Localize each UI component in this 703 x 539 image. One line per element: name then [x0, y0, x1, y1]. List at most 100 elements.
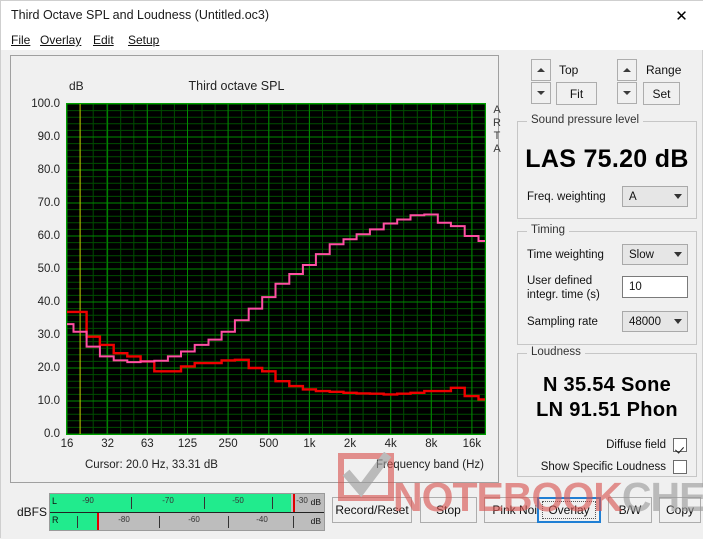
sound-pressure-level-group: Sound pressure level LAS 75.20 dB Freq. … — [517, 114, 697, 219]
diffuse-field-label: Diffuse field — [606, 439, 666, 451]
show-specific-loudness-checkbox[interactable] — [673, 460, 687, 474]
set-button[interactable]: Set — [643, 82, 680, 105]
time-weighting-select[interactable]: Slow — [622, 244, 688, 265]
integration-time-label-line1: User defined — [527, 275, 593, 287]
spl-group-label: Sound pressure level — [527, 114, 644, 126]
x-axis-tick-2k: 2k — [343, 438, 357, 450]
top-spinner-down[interactable] — [531, 82, 551, 104]
y-axis-tick-100: 100.0 — [31, 98, 60, 110]
menu-label-file: File — [11, 33, 31, 47]
integration-time-label-line2: integr. time (s) — [527, 289, 600, 301]
y-axis-tick-90: 90.0 — [37, 131, 60, 143]
title-bar: Third Octave SPL and Loudness (Untitled.… — [1, 1, 703, 31]
plot-title: Third octave SPL — [188, 79, 285, 93]
freq-weighting-label: Freq. weighting — [527, 191, 606, 203]
meter-unit-top: dB — [310, 497, 321, 507]
level-meter-right-channel: R — [52, 515, 59, 525]
x-axis-tick-125: 125 — [177, 438, 198, 450]
x-axis-tick-16: 16 — [60, 438, 74, 450]
y-axis-tick-80: 80.0 — [37, 164, 60, 176]
window-title: Third Octave SPL and Loudness (Untitled.… — [11, 8, 270, 22]
chevron-down-icon — [669, 252, 687, 257]
dbfs-label: dBFS — [17, 505, 48, 519]
meter-tick-top-3: -50 — [232, 496, 244, 505]
sampling-rate-value: 48000 — [629, 315, 661, 328]
menu-label-edit: Edit — [93, 33, 114, 47]
top-label: Top — [559, 63, 579, 77]
spl-reading: LAS 75.20 dB — [525, 145, 689, 173]
menu-item-edit[interactable]: Edit — [93, 33, 114, 47]
chevron-down-icon — [669, 194, 687, 199]
y-axis-tick-60: 60.0 — [37, 230, 60, 242]
bw-button[interactable]: B/W — [608, 497, 652, 523]
meter-tick-bot-1: -80 — [118, 515, 130, 524]
menu-label-overlay: Overlay — [40, 33, 82, 47]
meter-tick-top-4: -30 — [296, 496, 308, 505]
range-spinner-up[interactable] — [617, 59, 637, 81]
spl-chart — [67, 104, 485, 434]
cursor-readout: Cursor: 20.0 Hz, 33.31 dB — [85, 459, 218, 471]
show-specific-loudness-row[interactable]: Show Specific Loudness — [541, 460, 687, 474]
loudness-group: Loudness N 35.54 Sone LN 91.51 Phon Diff… — [517, 346, 697, 477]
x-axis-tick-32: 32 — [101, 438, 114, 450]
x-axis-tick-8k: 8k — [425, 438, 438, 450]
y-axis-tick-20: 20.0 — [37, 362, 60, 374]
top-spinner-up[interactable] — [531, 59, 551, 81]
application-window: Third Octave SPL and Loudness (Untitled.… — [0, 0, 703, 539]
x-axis-tick-63: 63 — [140, 438, 154, 450]
range-label: Range — [646, 63, 682, 77]
x-axis-tick-4k: 4k — [384, 438, 397, 450]
x-axis-tick-1k: 1k — [303, 438, 316, 450]
arta-letter-3: T — [493, 130, 501, 142]
meter-unit-bottom: dB — [310, 516, 321, 526]
x-axis-tick-250: 250 — [218, 438, 238, 450]
chevron-down-icon — [669, 319, 687, 324]
sampling-rate-label: Sampling rate — [527, 316, 598, 328]
integration-time-input[interactable]: 10 — [622, 276, 688, 298]
timing-group: Timing Time weighting Slow User defined … — [517, 224, 697, 345]
level-meter-right-row: R -80 -60 -40 dB — [50, 513, 324, 530]
level-meter-left-peak — [293, 494, 295, 512]
top-spinner[interactable] — [531, 59, 551, 105]
level-meter-left-channel: L — [52, 496, 58, 506]
record-reset-button[interactable]: Record/Reset — [332, 497, 412, 523]
freq-weighting-select[interactable]: A — [622, 186, 688, 207]
range-spinner[interactable] — [617, 59, 637, 105]
menu-bar: File Overlay Edit Setup — [1, 30, 703, 50]
plot-canvas[interactable] — [66, 103, 486, 435]
copy-button[interactable]: Copy — [659, 497, 701, 523]
y-axis-tick-30: 30.0 — [37, 329, 60, 341]
x-axis-tick-500: 500 — [259, 438, 279, 450]
level-meter-right-peak — [97, 513, 99, 530]
stop-button[interactable]: Stop — [420, 497, 477, 523]
freq-weighting-value: A — [629, 190, 637, 203]
meter-tick-bot-2: -60 — [188, 515, 200, 524]
level-meter[interactable]: L -90 -70 -50 -30 dB R -80 -60 -40 dB — [49, 493, 325, 531]
overlay-button[interactable]: Overlay — [537, 497, 601, 523]
close-icon[interactable]: ✕ — [659, 1, 703, 31]
meter-tick-top-2: -70 — [162, 496, 174, 505]
loudness-phon-reading: LN 91.51 Phon — [536, 399, 678, 421]
meter-tick-bot-3: -40 — [256, 515, 268, 524]
y-axis-tick-10: 10.0 — [37, 395, 60, 407]
diffuse-field-checkbox[interactable] — [673, 438, 687, 452]
loudness-group-label: Loudness — [527, 346, 585, 358]
y-axis-tick-70: 70.0 — [37, 197, 60, 209]
arta-brand-label: A R T A — [490, 104, 504, 156]
menu-item-overlay[interactable]: Overlay — [40, 33, 81, 47]
menu-item-file[interactable]: File — [11, 33, 30, 47]
fit-button[interactable]: Fit — [556, 82, 597, 105]
menu-item-setup[interactable]: Setup — [128, 33, 159, 47]
meter-tick-top-1: -90 — [82, 496, 94, 505]
sampling-rate-select[interactable]: 48000 — [622, 311, 688, 332]
range-spinner-down[interactable] — [617, 82, 637, 104]
level-meter-left-row: L -90 -70 -50 -30 dB — [50, 494, 324, 512]
arta-letter-2: R — [493, 117, 501, 129]
y-axis-tick-40: 40.0 — [37, 296, 60, 308]
menu-label-setup: Setup — [128, 33, 160, 47]
timing-group-label: Timing — [527, 224, 570, 236]
diffuse-field-row[interactable]: Diffuse field — [606, 438, 687, 452]
time-weighting-label: Time weighting — [527, 249, 604, 261]
arta-letter-1: A — [493, 104, 501, 116]
time-weighting-value: Slow — [629, 248, 654, 261]
